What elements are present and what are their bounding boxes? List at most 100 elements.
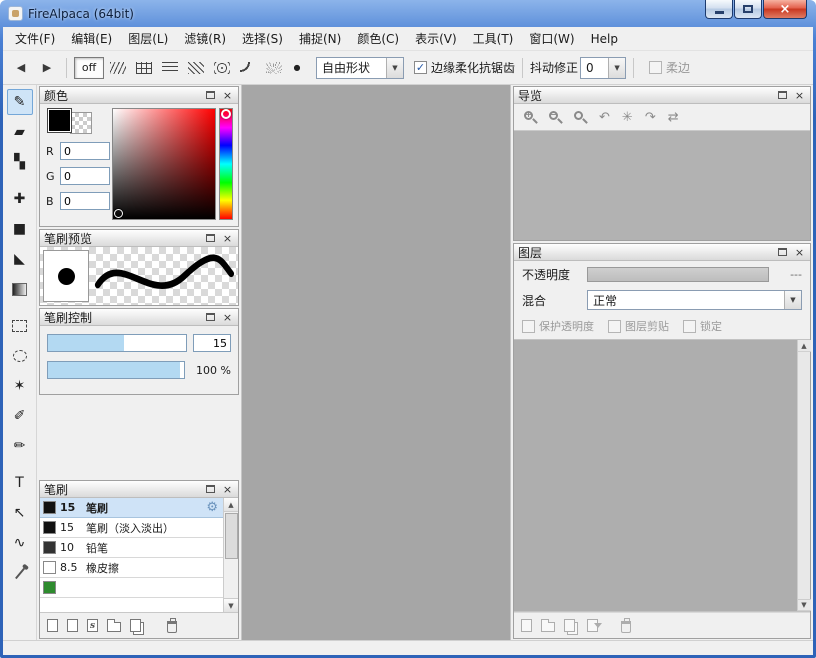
correction-select[interactable]: 0 ▼ [580,57,626,79]
brush-list-item[interactable]: 10 铅笔 [40,538,223,558]
duplicate-brush-icon[interactable] [67,619,78,632]
layer-folder-icon[interactable] [541,622,555,632]
hue-cursor[interactable] [221,109,231,119]
maximize-button[interactable] [734,0,762,19]
protect-alpha-checkbox[interactable] [522,320,535,333]
panel-float-icon[interactable] [206,234,215,242]
lock-checkbox[interactable] [683,320,696,333]
menu-select[interactable]: 选择(S) [234,27,291,50]
menu-color[interactable]: 颜色(C) [349,27,407,50]
menu-tool[interactable]: 工具(T) [465,27,522,50]
scroll-up-icon[interactable]: ▲ [798,340,811,352]
copy-layer-icon[interactable] [564,619,575,632]
panel-float-icon[interactable] [206,485,215,493]
secondary-color-swatch[interactable] [70,112,92,134]
rotate-left-icon[interactable]: ↶ [599,110,610,125]
tool-bucket[interactable]: ◣ [7,246,33,272]
canvas-workspace[interactable] [241,85,511,640]
next-button[interactable]: ▶ [35,56,59,80]
brush-list-item[interactable] [40,578,223,598]
antialias-checkbox[interactable]: ✓ [414,61,427,74]
brush-list-scrollbar[interactable]: ▲ ▼ [223,498,238,612]
zoom-reset-icon[interactable] [574,111,587,124]
snap-perspective-button[interactable] [262,57,286,79]
layer-list[interactable]: ▲ ▼ [514,339,810,612]
rotate-right-icon[interactable]: ↷ [645,110,656,125]
snap-point-button[interactable]: ● [288,57,306,79]
green-input[interactable] [60,167,110,185]
sv-cursor[interactable] [114,209,123,218]
brush-folder-icon[interactable] [107,622,121,632]
menu-file[interactable]: 文件(F) [7,27,63,50]
import-layer-icon[interactable] [587,619,598,632]
scroll-up-icon[interactable]: ▲ [224,498,239,512]
add-layer-icon[interactable] [521,619,532,632]
saturation-value-picker[interactable] [112,108,216,220]
panel-close-icon[interactable]: × [221,311,234,324]
current-color-swatch[interactable] [47,108,72,133]
tool-select-rect[interactable] [7,313,33,339]
navigator-preview[interactable] [514,130,810,240]
panel-close-icon[interactable]: × [793,89,806,102]
delete-layer-icon[interactable] [621,621,631,633]
clipping-checkbox[interactable] [608,320,621,333]
prev-button[interactable]: ◀ [9,56,33,80]
tool-pen[interactable]: ✐ [7,403,33,429]
snap-horizontal-button[interactable] [158,57,182,79]
tool-eyedropper[interactable] [7,560,33,586]
tool-lasso[interactable] [7,343,33,369]
script-brush-icon[interactable]: s [87,619,98,632]
blend-select[interactable]: 正常 ▼ [587,290,802,310]
panel-close-icon[interactable]: × [221,483,234,496]
menu-filter[interactable]: 滤镜(R) [176,27,234,50]
layer-list-scrollbar[interactable]: ▲ ▼ [797,340,810,611]
panel-float-icon[interactable] [778,248,787,256]
brush-size-input[interactable] [193,334,231,352]
menu-window[interactable]: 窗口(W) [521,27,582,50]
panel-close-icon[interactable]: × [793,246,806,259]
menu-edit[interactable]: 编辑(E) [63,27,120,50]
opacity-slider[interactable] [587,267,769,282]
panel-close-icon[interactable]: × [221,89,234,102]
panel-close-icon[interactable]: × [221,232,234,245]
panel-float-icon[interactable] [206,91,215,99]
shape-select[interactable]: 自由形状 ▼ [316,57,404,79]
delete-brush-icon[interactable] [167,621,177,633]
scrollbar-thumb[interactable] [225,513,238,559]
tool-move[interactable]: ✚ [7,186,33,212]
menu-snap[interactable]: 捕捉(N) [291,27,349,50]
scroll-down-icon[interactable]: ▼ [224,598,239,612]
flip-view-icon[interactable]: ⇄ [668,110,679,125]
zoom-in-icon[interactable]: + [524,111,537,124]
hue-slider[interactable] [219,108,233,220]
scroll-down-icon[interactable]: ▼ [798,599,811,611]
tool-gradient[interactable] [7,276,33,302]
snap-cross-button[interactable] [132,57,156,79]
panel-float-icon[interactable] [778,91,787,99]
tool-operation[interactable]: ↖ [7,500,33,526]
tool-text[interactable]: T [7,470,33,496]
brush-list-item[interactable]: 15 笔刷（淡入淡出） [40,518,223,538]
menu-view[interactable]: 表示(V) [407,27,465,50]
add-brush-icon[interactable] [47,619,58,632]
snap-vanish-button[interactable] [184,57,208,79]
gear-icon[interactable]: ⚙ [206,500,218,515]
copy-brush-icon[interactable] [130,619,141,632]
snap-circle-button[interactable] [210,57,234,79]
tool-polyline-pen[interactable]: ✏ [7,433,33,459]
snap-off-button[interactable]: off [74,57,104,79]
tool-curve[interactable]: ∿ [7,530,33,556]
minimize-button[interactable] [705,0,733,19]
tool-select-pen[interactable]: ■ [7,216,33,242]
close-button[interactable]: × [763,0,807,19]
brush-size-slider[interactable] [47,334,187,352]
tool-magic-wand[interactable]: ✶ [7,373,33,399]
menu-help[interactable]: Help [583,29,626,49]
tool-pencil[interactable]: ✎ [7,89,33,115]
menu-layer[interactable]: 图层(L) [120,27,176,50]
brush-opacity-slider[interactable] [47,361,185,379]
tool-eraser[interactable]: ▰ [7,119,33,145]
brush-list-item[interactable]: 8.5 橡皮擦 [40,558,223,578]
tool-dither[interactable]: ▚ [7,149,33,175]
zoom-out-icon[interactable]: − [549,111,562,124]
